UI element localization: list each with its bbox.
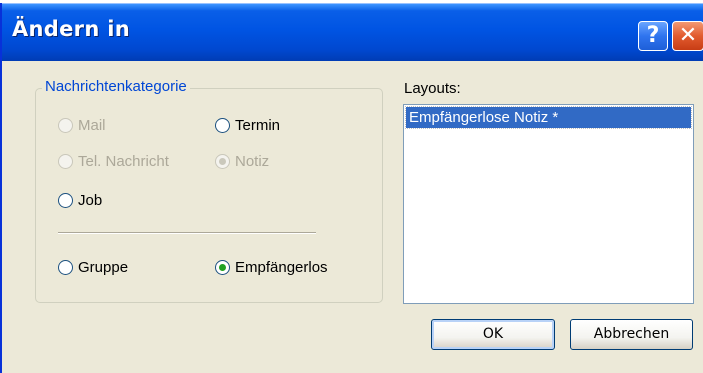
layouts-listbox[interactable]: Empfängerlose Notiz * bbox=[403, 104, 694, 304]
radio-termin-label[interactable]: Termin bbox=[235, 117, 280, 134]
radio-gruppe-label[interactable]: Gruppe bbox=[78, 259, 128, 276]
radio-mail-label: Mail bbox=[78, 117, 106, 134]
radio-notiz-label: Notiz bbox=[235, 153, 270, 170]
ok-button[interactable]: OK bbox=[431, 319, 555, 350]
radio-empfaengerlos-label[interactable]: Empfängerlos bbox=[235, 259, 328, 276]
layouts-label: Layouts: bbox=[404, 80, 461, 97]
cancel-button[interactable]: Abbrechen bbox=[570, 319, 693, 350]
close-icon[interactable]: ✕ bbox=[672, 21, 703, 51]
help-icon[interactable]: ? bbox=[638, 21, 668, 51]
radio-job[interactable]: Job bbox=[58, 192, 102, 209]
group-separator bbox=[58, 232, 316, 234]
radio-tel-nachricht: Tel. Nachricht bbox=[58, 153, 169, 170]
radio-gruppe-button[interactable] bbox=[58, 260, 73, 275]
radio-empfaengerlos-button[interactable] bbox=[215, 260, 230, 275]
radio-mail: Mail bbox=[58, 117, 106, 134]
radio-job-button[interactable] bbox=[58, 193, 73, 208]
radio-termin-button[interactable] bbox=[215, 118, 230, 133]
category-group-legend: Nachrichtenkategorie bbox=[42, 78, 190, 95]
radio-gruppe[interactable]: Gruppe bbox=[58, 259, 128, 276]
title-bar[interactable]: Ändern in ? ✕ bbox=[2, 3, 703, 61]
radio-notiz: Notiz bbox=[215, 153, 269, 170]
radio-notiz-button bbox=[215, 154, 230, 169]
dialog-title: Ändern in bbox=[12, 17, 130, 41]
layouts-list-item[interactable]: Empfängerlose Notiz * bbox=[405, 106, 692, 129]
radio-empfaengerlos[interactable]: Empfängerlos bbox=[215, 259, 328, 276]
radio-termin[interactable]: Termin bbox=[215, 117, 280, 134]
radio-mail-button bbox=[58, 118, 73, 133]
radio-tel-nachricht-button bbox=[58, 154, 73, 169]
radio-tel-nachricht-label: Tel. Nachricht bbox=[78, 153, 169, 170]
radio-job-label[interactable]: Job bbox=[78, 192, 102, 209]
